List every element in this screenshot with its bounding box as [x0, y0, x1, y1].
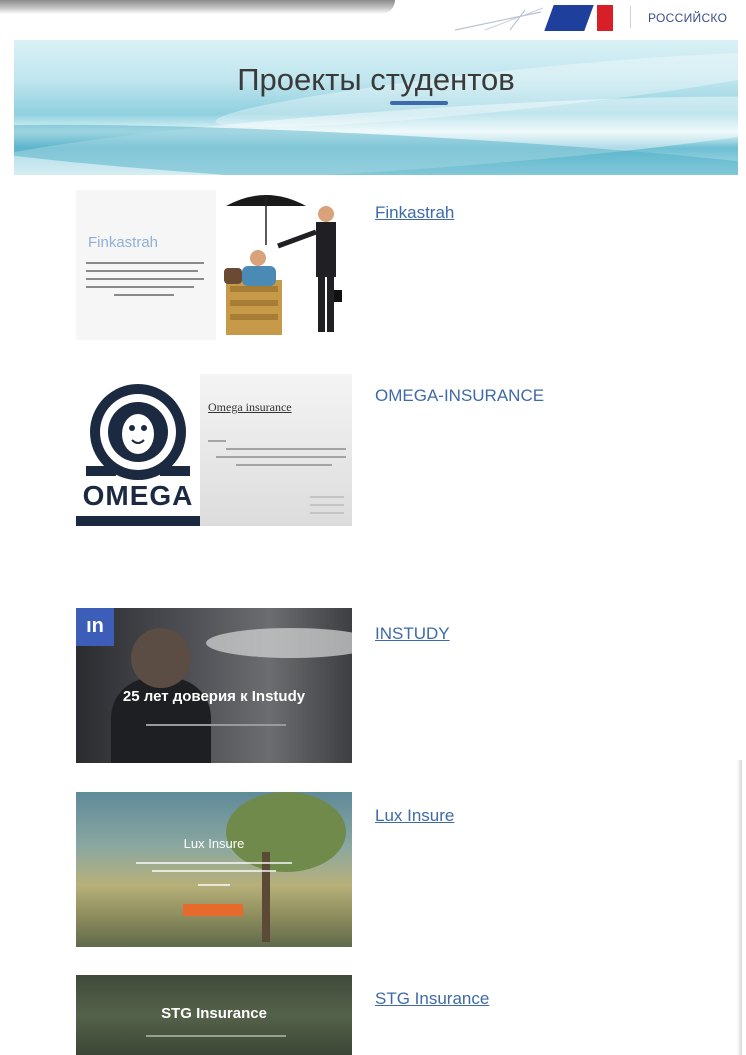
lion-logo-icon — [86, 384, 190, 480]
organization-name[interactable]: РОССИЙСКО — [648, 11, 727, 25]
thumbnail-headline: 25 лет доверия к Instudy — [122, 688, 306, 705]
thumbnail-title: Lux Insure — [183, 836, 245, 851]
flag-red-stripe — [597, 5, 613, 31]
logo-lines-icon — [455, 7, 544, 31]
thumbnail-title: Finkastrah — [88, 234, 159, 251]
project-link-instudy[interactable]: INSTUDY — [375, 624, 450, 644]
instudy-logo-icon: ın — [76, 608, 114, 646]
header-divider — [630, 6, 631, 28]
project-thumbnail-omega[interactable]: OMEGA Omega insurance — [76, 374, 352, 526]
thumbnail-title: STG Insurance — [161, 1005, 267, 1022]
project-title-omega[interactable]: OMEGA-INSURANCE — [375, 386, 544, 406]
project-link-stg-insurance[interactable]: STG Insurance — [375, 989, 489, 1009]
flag-blue-stripe — [544, 5, 594, 31]
top-bar: РОССИЙСКО — [0, 0, 746, 38]
thumbnail-title: Omega insurance — [208, 400, 292, 414]
project-thumbnail-instudy[interactable]: ın 25 лет доверия к Instudy — [76, 608, 352, 763]
project-thumbnail-stg-insurance[interactable]: STG Insurance — [76, 975, 352, 1055]
project-thumbnail-lux-insure[interactable]: Lux Insure — [76, 792, 352, 947]
businessman-umbrella-illustration — [224, 195, 342, 335]
page-banner: Проекты студентов — [14, 40, 738, 175]
project-link-lux-insure[interactable]: Lux Insure — [375, 806, 454, 826]
scrollbar-edge[interactable] — [737, 760, 742, 1055]
top-shadow-decoration — [0, 0, 395, 14]
project-link-finkastrah[interactable]: Finkastrah — [375, 203, 454, 223]
project-thumbnail-finkastrah[interactable]: Finkastrah — [76, 190, 352, 340]
thumbnail-cta-button — [183, 904, 243, 916]
title-underline — [390, 101, 448, 105]
page-title: Проекты студентов — [237, 62, 515, 97]
thumbnail-logo-text: OMEGA — [82, 480, 194, 511]
